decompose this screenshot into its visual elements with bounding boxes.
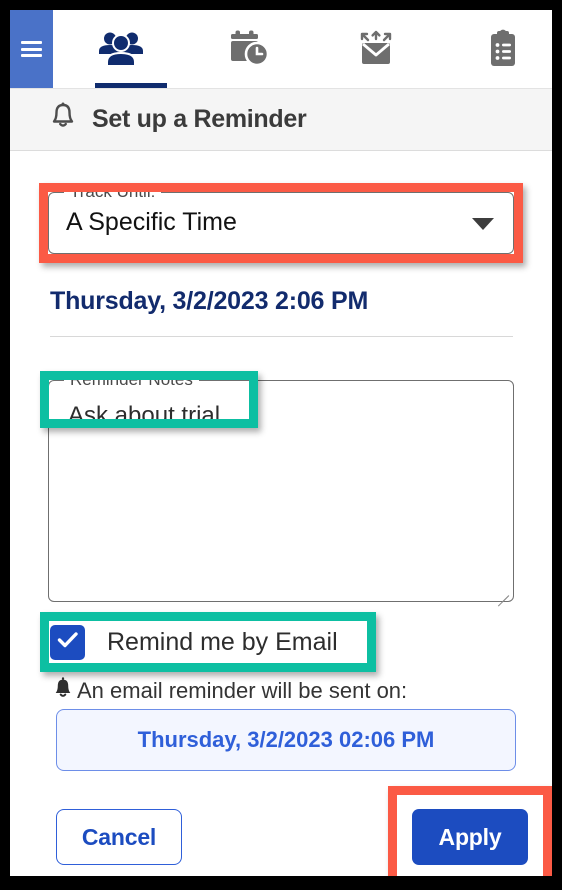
remind-by-email-checkbox[interactable]: Remind me by Email (50, 620, 338, 664)
nav-tab-scheduling[interactable] (200, 10, 295, 88)
bell-icon (52, 676, 74, 705)
nav-tab-campaigns[interactable] (328, 10, 423, 88)
checkmark-icon (57, 631, 79, 654)
envelope-send-icon (353, 29, 399, 69)
email-reminder-notice: An email reminder will be sent on: (52, 676, 407, 705)
app-window: Set up a Reminder Track Until: A Specifi… (10, 10, 552, 876)
checkbox-box[interactable] (50, 624, 85, 660)
track-until-value: A Specific Time (66, 208, 237, 236)
track-until-select[interactable]: Track Until: A Specific Time (48, 182, 514, 254)
people-group-icon (98, 30, 144, 68)
due-date-text: Thursday, 3/2/2023 2:06 PM (50, 287, 369, 315)
calendar-clock-icon (227, 29, 269, 69)
email-reminder-notice-text: An email reminder will be sent on: (77, 677, 408, 703)
track-until-label: Track Until: (64, 182, 162, 202)
reminder-form: Track Until: A Specific Time Thursday, 3… (10, 152, 552, 876)
reminder-notes-label: Reminder Notes (64, 370, 199, 390)
chevron-down-icon[interactable] (472, 218, 494, 230)
nav-tab-contacts[interactable] (73, 10, 168, 88)
top-navigation-bar (10, 10, 552, 89)
bell-icon (50, 102, 76, 137)
nav-tab-tasks[interactable] (455, 10, 550, 88)
menu-hamburger-button[interactable] (10, 10, 53, 88)
cancel-button[interactable]: Cancel (56, 809, 182, 865)
clipboard-list-icon (485, 28, 521, 70)
reminder-notes-textarea[interactable]: Reminder Notes Ask about trial (48, 370, 514, 607)
active-tab-underline (95, 83, 167, 88)
scheduled-email-datetime: Thursday, 3/2/2023 02:06 PM (137, 727, 435, 752)
reminder-notes-value: Ask about trial (68, 402, 221, 429)
apply-button[interactable]: Apply (412, 809, 528, 865)
remind-by-email-label: Remind me by Email (107, 627, 338, 656)
scheduled-email-datetime-box: Thursday, 3/2/2023 02:06 PM (56, 709, 516, 771)
section-divider (50, 336, 513, 337)
textarea-resize-handle[interactable] (493, 581, 511, 607)
screenshot-frame: Set up a Reminder Track Until: A Specifi… (0, 0, 562, 890)
panel-header: Set up a Reminder (10, 89, 552, 151)
hamburger-icon (21, 38, 42, 61)
page-title: Set up a Reminder (92, 105, 307, 133)
